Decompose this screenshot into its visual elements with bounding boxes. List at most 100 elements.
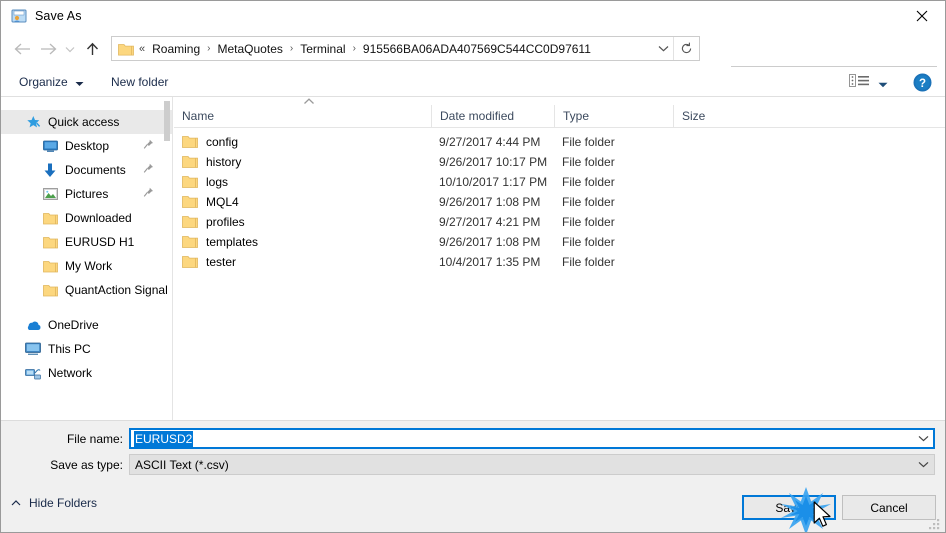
file-date-cell: 10/4/2017 1:35 PM (439, 255, 541, 269)
documents-download-icon (42, 162, 58, 178)
organize-button[interactable]: Organize (13, 71, 90, 93)
table-row[interactable]: profiles 9/27/2017 4:21 PM File folder (174, 212, 945, 232)
sidebar-item-label: Pictures (65, 187, 109, 201)
breadcrumb-item-terminal[interactable]: Terminal (298, 40, 347, 58)
file-name-value: EURUSD2 (134, 430, 194, 447)
table-row[interactable]: MQL4 9/26/2017 1:08 PM File folder (174, 192, 945, 212)
file-name-cell: MQL4 (182, 195, 239, 209)
sidebar-item-label: QuantAction Signal (65, 283, 168, 297)
breadcrumb-item-roaming[interactable]: Roaming (150, 40, 202, 58)
column-header-name[interactable]: Name (174, 105, 431, 127)
file-name-cell: tester (182, 255, 236, 269)
column-header-type[interactable]: Type (554, 105, 673, 127)
file-name-input[interactable]: EURUSD2 (129, 428, 935, 449)
folder-icon (118, 42, 134, 56)
file-date-cell: 9/26/2017 1:08 PM (439, 235, 541, 249)
close-icon[interactable] (899, 1, 945, 31)
file-type-cell: File folder (562, 155, 615, 169)
sidebar-item-onedrive[interactable]: OneDrive (1, 313, 172, 337)
file-name-cell: logs (182, 175, 228, 189)
file-name-label: history (206, 155, 242, 169)
caret-down-icon (878, 75, 888, 93)
sidebar-scrollbar[interactable] (164, 101, 170, 141)
sidebar-item-pictures[interactable]: Pictures (1, 182, 172, 206)
save-button[interactable]: Save (742, 495, 836, 520)
new-folder-button[interactable]: New folder (105, 71, 174, 93)
sidebar-item-quick-access[interactable]: Quick access (1, 110, 172, 134)
window-title: Save As (35, 9, 82, 23)
this-pc-icon (25, 341, 41, 357)
sidebar-item-my-work[interactable]: My Work (1, 254, 172, 278)
hide-folders-label: Hide Folders (29, 496, 98, 510)
title-bar: Save As (1, 1, 945, 31)
breadcrumb-item-terminal-id[interactable]: 915566BA06ADA407569C544CC0D97611 (361, 40, 593, 58)
pin-icon[interactable] (143, 163, 154, 177)
sidebar-item-label: Quick access (48, 115, 120, 129)
file-date-cell: 10/10/2017 1:17 PM (439, 175, 548, 189)
star-pin-icon (25, 114, 41, 130)
sidebar-item-desktop[interactable]: Desktop (1, 134, 172, 158)
table-row[interactable]: history 9/26/2017 10:17 PM File folder (174, 152, 945, 172)
file-name-cell: profiles (182, 215, 245, 229)
caret-down-icon (75, 76, 84, 90)
file-date-cell: 9/26/2017 1:08 PM (439, 195, 541, 209)
command-toolbar: Organize New folder ? (1, 67, 945, 97)
sidebar-item-this-pc[interactable]: This PC (1, 337, 172, 361)
sidebar-item-eurusd-h1[interactable]: EURUSD H1 (1, 230, 172, 254)
sidebar-item-label: OneDrive (48, 318, 99, 332)
table-row[interactable]: logs 10/10/2017 1:17 PM File folder (174, 172, 945, 192)
save-as-dialog: Save As « Roaming › MetaQuotes › Termina… (0, 0, 946, 533)
sidebar-item-downloaded[interactable]: Downloaded (1, 206, 172, 230)
navigation-bar: « Roaming › MetaQuotes › Terminal › 9155… (1, 31, 945, 91)
sidebar-item-label: Network (48, 366, 93, 380)
file-name-cell: templates (182, 235, 258, 249)
view-options-icon (849, 73, 870, 93)
address-bar[interactable]: « Roaming › MetaQuotes › Terminal › 9155… (111, 36, 700, 61)
pin-icon[interactable] (143, 187, 154, 201)
chevron-down-icon[interactable] (915, 455, 932, 474)
file-name-label: File name: (66, 432, 123, 446)
column-header-date-modified[interactable]: Date modified (431, 105, 554, 127)
sidebar-item-quantaction-signal[interactable]: QuantAction Signal (1, 278, 172, 302)
column-header-size[interactable]: Size (673, 105, 753, 127)
file-type-cell: File folder (562, 215, 615, 229)
help-icon[interactable]: ? (913, 73, 932, 92)
pin-icon[interactable] (143, 139, 154, 153)
refresh-icon[interactable] (673, 37, 699, 60)
folder-icon (182, 195, 198, 209)
network-icon (25, 365, 41, 381)
breadcrumb-item-metaquotes[interactable]: MetaQuotes (216, 40, 285, 58)
hide-folders-button[interactable]: Hide Folders (11, 496, 97, 510)
view-options-button[interactable] (849, 72, 888, 94)
cancel-button[interactable]: Cancel (842, 495, 936, 520)
file-type-cell: File folder (562, 175, 615, 189)
breadcrumb-overflow[interactable]: « (136, 43, 150, 55)
cancel-button-label: Cancel (870, 500, 908, 515)
save-as-icon (11, 8, 27, 24)
sidebar-item-documents[interactable]: Documents (1, 158, 172, 182)
breadcrumb-separator[interactable]: › (348, 43, 361, 54)
folder-icon (42, 282, 58, 298)
table-row[interactable]: templates 9/26/2017 1:08 PM File folder (174, 232, 945, 252)
file-date-cell: 9/27/2017 4:21 PM (439, 215, 541, 229)
chevron-down-icon[interactable] (915, 430, 932, 447)
file-name-label: tester (206, 255, 237, 269)
up-arrow-icon[interactable] (79, 36, 105, 62)
file-date-cell: 9/27/2017 4:44 PM (439, 135, 541, 149)
breadcrumb-separator[interactable]: › (202, 43, 215, 54)
file-name-label: logs (206, 175, 229, 189)
file-name-label: config (206, 135, 239, 149)
back-arrow-icon[interactable] (9, 36, 35, 62)
recent-locations-chevron-icon[interactable] (61, 36, 79, 62)
chevron-down-icon[interactable] (653, 37, 673, 60)
breadcrumb-separator[interactable]: › (285, 43, 298, 54)
save-as-type-select[interactable]: ASCII Text (*.csv) (129, 454, 935, 475)
table-row[interactable]: tester 10/4/2017 1:35 PM File folder (174, 252, 945, 272)
forward-arrow-icon[interactable] (35, 36, 61, 62)
file-name-cell: config (182, 135, 238, 149)
file-type-cell: File folder (562, 235, 615, 249)
sidebar-item-network[interactable]: Network (1, 361, 172, 385)
pictures-icon (42, 186, 58, 202)
table-row[interactable]: config 9/27/2017 4:44 PM File folder (174, 132, 945, 152)
